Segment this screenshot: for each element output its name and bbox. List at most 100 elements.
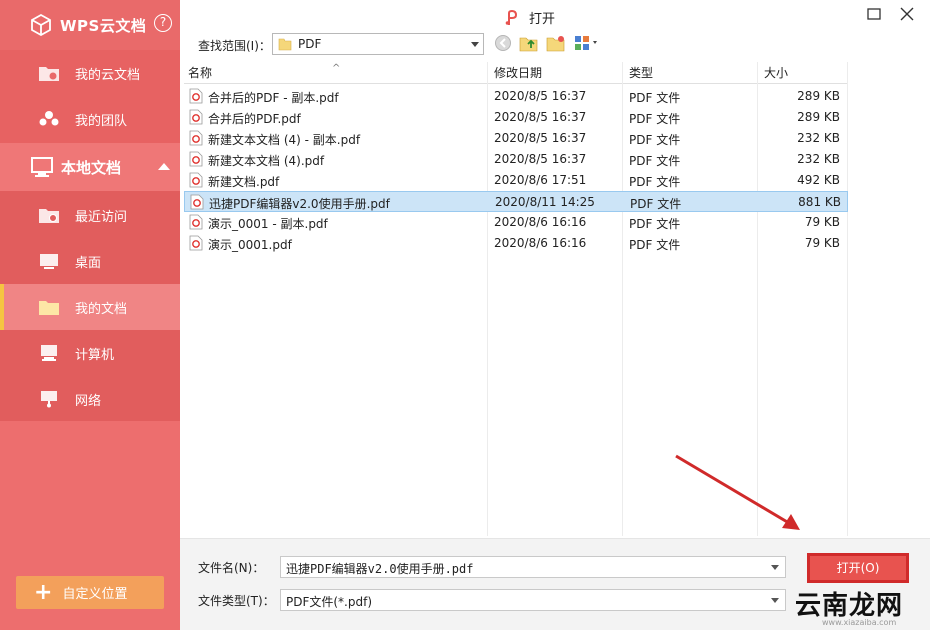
maximize-icon[interactable] [863, 4, 885, 24]
team-icon [38, 110, 60, 128]
column-header-label: 类型 [629, 66, 654, 80]
sidebar-item-recent[interactable]: 最近访问 [0, 192, 180, 238]
dialog-title-text: 打开 [529, 12, 556, 27]
file-name: 新建文本文档 (4).pdf [208, 154, 325, 168]
sidebar-item-my-cloud-docs[interactable]: 我的云文档 [0, 50, 180, 96]
file-name: 新建文档.pdf [208, 175, 280, 189]
table-row[interactable]: 合并后的PDF.pdf 2020/8/5 16:37 PDF 文件 289 KB [184, 107, 848, 128]
custom-location-button[interactable]: + 自定义位置 [16, 576, 164, 609]
file-name: 合并后的PDF - 副本.pdf [208, 91, 339, 105]
open-button[interactable]: 打开(O) [807, 553, 909, 583]
back-icon[interactable] [494, 34, 514, 52]
filetype-value: PDF文件(*.pdf) [286, 595, 373, 609]
sidebar-item-my-documents[interactable]: 我的文档 [0, 284, 180, 330]
new-folder-icon[interactable] [546, 34, 566, 52]
watermark-url: www.xiazaiba.com [822, 618, 897, 627]
help-icon[interactable]: ? [154, 14, 172, 32]
look-in-combo[interactable]: PDF [272, 33, 484, 55]
pdf-file-icon [189, 151, 203, 167]
chevron-down-icon[interactable] [471, 42, 479, 47]
watermark-text: 云南龙网 [795, 591, 904, 621]
table-row[interactable]: 演示_0001.pdf 2020/8/6 16:16 PDF 文件 79 KB [184, 233, 848, 254]
look-in-value: PDF [298, 37, 322, 51]
collapse-caret-icon[interactable] [158, 163, 170, 170]
sidebar-item-label: 我的文档 [75, 301, 128, 317]
filetype-select[interactable]: PDF文件(*.pdf) [280, 589, 786, 611]
file-date: 2020/8/5 16:37 [494, 110, 587, 124]
plus-icon: + [34, 579, 53, 605]
sidebar-item-network[interactable]: 网络 [0, 376, 180, 422]
file-size: 232 KB [797, 131, 840, 145]
file-type: PDF 文件 [629, 217, 681, 231]
file-type: PDF 文件 [629, 154, 681, 168]
file-name: 演示_0001 - 副本.pdf [208, 217, 328, 231]
filetype-label: 文件类型(T)： [198, 594, 275, 608]
wps-pdf-logo-icon [505, 9, 518, 25]
table-row[interactable]: 新建文档.pdf 2020/8/6 17:51 PDF 文件 492 KB [184, 170, 848, 191]
file-size: 232 KB [797, 152, 840, 166]
table-row[interactable]: 新建文本文档 (4) - 副本.pdf 2020/8/5 16:37 PDF 文件 2… [184, 128, 848, 149]
sidebar-item-desktop[interactable]: 桌面 [0, 238, 180, 284]
column-header-label: 大小 [764, 66, 789, 80]
chevron-down-icon[interactable] [771, 598, 779, 603]
file-type: PDF 文件 [629, 175, 681, 189]
file-name: 迅捷PDF编辑器v2.0使用手册.pdf [209, 197, 390, 211]
close-icon[interactable] [896, 4, 918, 24]
sidebar-item-label: 最近访问 [75, 209, 128, 225]
file-name: 演示_0001.pdf [208, 238, 292, 252]
dialog-titlebar: 打开 [180, 0, 930, 32]
table-row[interactable]: 新建文本文档 (4).pdf 2020/8/5 16:37 PDF 文件 232 KB [184, 149, 848, 170]
column-header-label: 修改日期 [494, 66, 543, 80]
recent-folder-icon [38, 206, 60, 224]
folder-icon [38, 298, 60, 316]
column-header-label: 名称 [188, 66, 213, 80]
file-size: 881 KB [798, 195, 841, 209]
pdf-file-icon [189, 130, 203, 146]
file-type: PDF 文件 [629, 238, 681, 252]
column-header-name[interactable]: 名称 ^ [184, 62, 488, 84]
file-list[interactable]: 名称 ^ 修改日期 类型 大小 合并后的PDF - 副本.pdf 2020/8/5… [184, 62, 848, 536]
sidebar-item-my-team[interactable]: 我的团队 [0, 96, 180, 142]
file-date: 2020/8/6 16:16 [494, 215, 587, 229]
sidebar-item-label: 桌面 [75, 255, 102, 271]
table-row[interactable]: 迅捷PDF编辑器v2.0使用手册.pdf 2020/8/11 14:25 PDF 文… [184, 191, 848, 212]
open-button-label: 打开(O) [836, 561, 880, 575]
sidebar-item-label: 网络 [75, 393, 102, 409]
sidebar-header: WPS云文档 [0, 0, 180, 50]
pdf-file-icon [189, 214, 203, 230]
file-type: PDF 文件 [630, 197, 682, 211]
table-row[interactable]: 合并后的PDF - 副本.pdf 2020/8/5 16:37 PDF 文件 289 … [184, 86, 848, 107]
sidebar-section-local-docs[interactable]: 本地文档 [0, 143, 180, 191]
sidebar-item-computer[interactable]: 计算机 [0, 330, 180, 376]
sidebar: WPS云文档 ? 我的云文档 我的团队 本地文档 最近访问 桌面 我的文档 计算… [0, 0, 180, 630]
desktop-icon [38, 252, 60, 270]
table-row[interactable]: 演示_0001 - 副本.pdf 2020/8/6 16:16 PDF 文件 79 K… [184, 212, 848, 233]
file-date: 2020/8/6 16:16 [494, 236, 587, 250]
column-header-date[interactable]: 修改日期 [490, 62, 623, 84]
chevron-down-icon[interactable] [771, 565, 779, 570]
filename-input[interactable]: 迅捷PDF编辑器v2.0使用手册.pdf [280, 556, 786, 578]
list-header: 名称 ^ 修改日期 类型 大小 [184, 62, 848, 84]
file-type: PDF 文件 [629, 133, 681, 147]
view-menu-icon[interactable] [574, 34, 602, 52]
monitor-icon [31, 157, 53, 177]
column-header-type[interactable]: 类型 [625, 62, 758, 84]
sidebar-item-label: 我的云文档 [75, 67, 141, 83]
sidebar-item-label: 计算机 [75, 347, 115, 363]
brand-title: WPS云文档 [60, 16, 147, 35]
look-in-label: 查找范围(I)： [198, 39, 271, 53]
file-date: 2020/8/5 16:37 [494, 89, 587, 103]
folder-icon [278, 38, 292, 51]
pdf-file-icon [189, 109, 203, 125]
filename-value: 迅捷PDF编辑器v2.0使用手册.pdf [286, 562, 474, 576]
file-date: 2020/8/5 16:37 [494, 152, 587, 166]
pdf-file-icon [190, 194, 204, 210]
file-name: 新建文本文档 (4) - 副本.pdf [208, 133, 361, 147]
pdf-file-icon [189, 172, 203, 188]
cloud-folder-icon [38, 64, 60, 82]
wps-cube-icon [31, 14, 51, 36]
section-label: 本地文档 [61, 158, 122, 177]
custom-location-label: 自定义位置 [62, 587, 128, 602]
column-header-size[interactable]: 大小 [760, 62, 846, 84]
up-folder-icon[interactable] [519, 34, 539, 52]
